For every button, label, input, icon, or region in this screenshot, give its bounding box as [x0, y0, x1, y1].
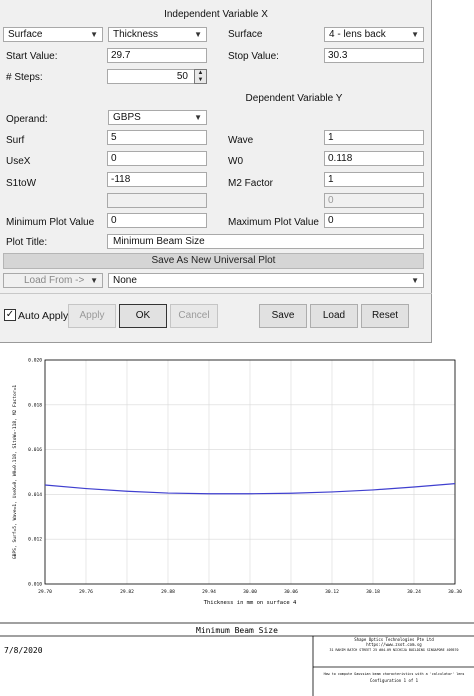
- x-tick-label: 30.24: [407, 589, 421, 595]
- auto-apply-checkbox[interactable]: ✓: [4, 309, 16, 321]
- steps-spinner[interactable]: ▲ ▼: [194, 69, 207, 84]
- usex-label: UseX: [6, 156, 31, 167]
- cancel-button[interactable]: Cancel: [170, 304, 218, 328]
- y-tick-label: 0.012: [28, 537, 42, 543]
- chevron-down-icon: ▼: [194, 113, 202, 122]
- w0-label: W0: [228, 156, 243, 167]
- footer-web: https://www.zsot.com.sg: [366, 642, 422, 647]
- checkmark-icon: ✓: [5, 309, 15, 320]
- auto-apply-label[interactable]: Auto Apply: [18, 310, 68, 322]
- plot-grid: [44, 359, 456, 585]
- x-tick-label: 29.70: [38, 589, 52, 595]
- arrow-up-icon[interactable]: ▲: [195, 70, 206, 76]
- surf-input[interactable]: 5: [107, 130, 207, 145]
- x-tick-label: 29.76: [79, 589, 93, 595]
- usex-input[interactable]: 0: [107, 151, 207, 166]
- footer-configuration: Configuration 1 of 1: [369, 678, 419, 683]
- x-tick-label: 30.06: [284, 589, 298, 595]
- load-plot-select-value: None: [113, 275, 137, 286]
- apply-button[interactable]: Apply: [68, 304, 116, 328]
- save-as-universal-plot-button[interactable]: Save As New Universal Plot: [3, 253, 424, 269]
- min-plot-value-input[interactable]: 0: [107, 213, 207, 228]
- x-axis-label: Thickness in mm on surface 4: [204, 600, 297, 606]
- operand-select[interactable]: GBPS ▼: [108, 110, 207, 125]
- tick-labels: 29.70 29.76 29.82 29.88 29.94 30.00 30.06 30.12…: [28, 358, 462, 596]
- surf-label: Surf: [6, 135, 25, 146]
- w0-input[interactable]: 0.118: [324, 151, 424, 166]
- m2-factor-label: M2 Factor: [228, 178, 274, 189]
- max-plot-value-input[interactable]: 0: [324, 213, 424, 228]
- start-value-label: Start Value:: [6, 51, 58, 62]
- x-surface-label: Surface: [228, 29, 263, 40]
- x-surface-select-value: 4 - lens back: [329, 29, 386, 40]
- stop-value-input[interactable]: 30.3: [324, 48, 424, 63]
- x-tick-label: 30.30: [448, 589, 462, 595]
- chevron-down-icon: ▼: [194, 30, 202, 39]
- footer-description: How to compute Gaussian beam characteris…: [323, 672, 465, 676]
- save-button[interactable]: Save: [259, 304, 307, 328]
- s1tow-label: S1toW: [6, 178, 37, 189]
- plot-report: 29.70 29.76 29.82 29.88 29.94 30.00 30.06 30.12…: [0, 352, 474, 696]
- y-tick-label: 0.020: [28, 358, 42, 364]
- load-button[interactable]: Load: [310, 304, 358, 328]
- arrow-down-icon[interactable]: ▼: [195, 77, 206, 83]
- min-plot-value-label: Minimum Plot Value: [6, 217, 95, 228]
- start-value-input[interactable]: 29.7: [107, 48, 207, 63]
- chevron-down-icon: ▼: [90, 30, 98, 39]
- max-plot-value-label: Maximum Plot Value: [228, 217, 319, 228]
- x-type-select[interactable]: Surface ▼: [3, 27, 103, 42]
- x-tick-label: 29.94: [202, 589, 216, 595]
- plot-title-label: Plot Title:: [6, 237, 48, 248]
- universal-plot-settings-panel: Independent Variable X Surface ▼ Thickne…: [0, 0, 432, 343]
- x-tick-label: 29.82: [120, 589, 134, 595]
- dependent-variable-header: Dependent Variable Y: [245, 93, 343, 104]
- x-type-select-value: Surface: [8, 29, 43, 40]
- load-from-label: Load From ->: [24, 275, 85, 286]
- operand-label: Operand:: [6, 114, 48, 125]
- y-tick-label: 0.016: [28, 447, 42, 453]
- plot-title-input[interactable]: Minimum Beam Size: [107, 234, 424, 249]
- stop-value-label: Stop Value:: [228, 51, 279, 62]
- y-axis-label: GBPS, Surf=5, Wave=1, UseX=0, W0=0.118, …: [12, 385, 18, 559]
- footer-address: 31 RAHIM BATCH STREET 25 #04-09 NICHIJA …: [329, 648, 459, 652]
- x-tick-label: 30.18: [366, 589, 380, 595]
- footer-date: 7/8/2020: [4, 646, 43, 655]
- y-tick-label: 0.010: [28, 582, 42, 588]
- wave-label: Wave: [228, 135, 254, 146]
- x-surface-select[interactable]: 4 - lens back ▼: [324, 27, 424, 42]
- unused-parameter-input: [107, 193, 207, 208]
- m2-factor-input[interactable]: 1: [324, 172, 424, 187]
- operand-select-value: GBPS: [113, 112, 141, 123]
- independent-variable-header: Independent Variable X: [164, 9, 268, 20]
- beam-size-plot: 29.70 29.76 29.82 29.88 29.94 30.00 30.06 30.12…: [12, 358, 462, 607]
- y-tick-label: 0.014: [28, 492, 42, 498]
- x-tick-label: 30.00: [243, 589, 257, 595]
- x-parameter-select-value: Thickness: [113, 29, 159, 40]
- load-plot-select[interactable]: None ▼: [108, 273, 424, 288]
- chevron-down-icon: ▼: [90, 276, 98, 285]
- footer-plot-title: Minimum Beam Size: [196, 626, 278, 635]
- load-from-button[interactable]: Load From -> ▼: [3, 273, 103, 288]
- steps-label: # Steps:: [6, 72, 43, 83]
- y-tick-label: 0.018: [28, 402, 42, 408]
- wave-input[interactable]: 1: [324, 130, 424, 145]
- steps-input[interactable]: 50: [107, 69, 207, 84]
- x-parameter-select[interactable]: Thickness ▼: [108, 27, 207, 42]
- s1tow-input[interactable]: -118: [107, 172, 207, 187]
- reset-button[interactable]: Reset: [361, 304, 409, 328]
- x-tick-label: 29.88: [161, 589, 175, 595]
- chevron-down-icon: ▼: [411, 30, 419, 39]
- unused-parameter-input-2: 0: [324, 193, 424, 208]
- divider: [0, 293, 432, 294]
- ok-button[interactable]: OK: [119, 304, 167, 328]
- chevron-down-icon: ▼: [411, 276, 419, 285]
- x-tick-label: 30.12: [325, 589, 339, 595]
